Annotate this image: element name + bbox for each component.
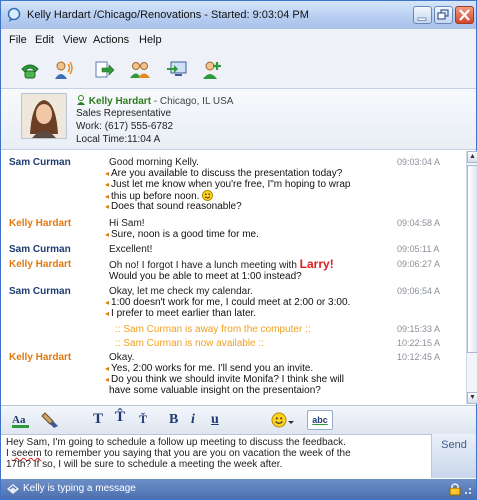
message-time: 09:06:27 A [397, 259, 441, 269]
message-line: ◂ I prefer to meet earlier than later. [105, 308, 257, 319]
italic-icon[interactable]: i [191, 412, 195, 432]
message-text: Oh no! I forgot I have a lunch meeting w… [109, 260, 300, 271]
menu-bar: File Edit View Actions Help [1, 29, 476, 51]
message-text: Good morning Kelly. [109, 157, 199, 168]
contact-title: Sales Representative [76, 108, 172, 119]
add-contact-icon[interactable] [201, 59, 223, 81]
message-line: ◂ Just let me know when you're free, I"m … [105, 179, 351, 190]
message-time: 09:04:58 A [397, 218, 441, 228]
scroll-up-button[interactable]: ▲ [467, 151, 477, 163]
message-line: ◂ Sure, noon is a good time for me. [105, 229, 259, 240]
smiley-emoticon-icon [202, 190, 214, 201]
emoticon-icon[interactable] [271, 411, 295, 431]
sender-name: Sam Curman [9, 286, 71, 297]
online-status-icon [77, 95, 85, 105]
contact-work-phone: Work: (617) 555-6782 [76, 121, 174, 132]
screen-share-icon[interactable] [166, 59, 188, 81]
message-line: ◂ Do you think we should invite Monifa? I… [105, 374, 344, 385]
sender-name: Kelly Hardart [9, 259, 72, 270]
message-line: Would you be able to meet at 1:00 instea… [109, 271, 302, 282]
phone-icon[interactable] [19, 59, 41, 81]
scroll-thumb[interactable] [467, 165, 477, 353]
svg-text:Aa: Aa [12, 414, 26, 426]
message-line: ◂ Does that sound reasonable? [105, 201, 242, 212]
sender-name: Sam Curman [9, 244, 71, 255]
message-text: Hi Sam! [109, 218, 145, 229]
message-time: 09:05:11 A [397, 244, 440, 254]
message-time: 09:06:54 A [397, 286, 441, 296]
message-line: have some valuable insight on the presen… [109, 385, 321, 396]
font-color-icon[interactable]: Aa [11, 411, 31, 431]
misspelled-word: seeem [11, 448, 42, 459]
chat-window: Kelly Hardart /Chicago/Renovations - Sta… [0, 0, 477, 500]
avatar [21, 93, 67, 139]
menu-view[interactable]: View [63, 34, 87, 46]
minimize-button[interactable] [413, 6, 432, 24]
highlighted-name: Larry! [299, 257, 334, 271]
scroll-down-icon: ▼ [469, 394, 476, 401]
message-row: Kelly Hardart Oh no! I forgot I have a l… [1, 257, 465, 271]
message-time: 09:03:04 A [397, 157, 441, 167]
text-normal-icon[interactable]: T [93, 411, 103, 431]
sender-name: Sam Curman [9, 157, 71, 168]
menu-file[interactable]: File [9, 34, 27, 46]
message-line: ◂ Are you available to discuss the presen… [105, 168, 343, 179]
message-text: Excellent! [109, 244, 153, 255]
text-smaller-icon[interactable]: Ť [139, 412, 147, 432]
system-text: :: Sam Curman is now available :: [115, 338, 264, 349]
text-larger-icon[interactable]: T̂ [115, 409, 125, 429]
contact-name[interactable]: Kelly Hardart [89, 96, 151, 107]
send-file-icon[interactable] [93, 59, 115, 81]
chat-scrollbar[interactable]: ▲ ▼ [466, 151, 477, 404]
group-icon[interactable] [129, 59, 151, 81]
message-input[interactable]: Hey Sam, I'm going to schedule a follow … [1, 434, 429, 478]
contact-card: Kelly Hardart - Chicago, IL USA Sales Re… [1, 89, 476, 150]
close-button[interactable] [455, 6, 474, 24]
status-bar: Kelly is typing a message [1, 479, 476, 499]
window-title: Kelly Hardart /Chicago/Renovations - Sta… [27, 9, 309, 21]
typing-status: Kelly is typing a message [23, 483, 136, 494]
message-text: Okay, let me check my calendar. [109, 286, 253, 297]
action-toolbar [1, 51, 476, 89]
resize-grip-icon[interactable] [464, 485, 474, 495]
contact-local-time: Local Time:11:04 A [76, 134, 161, 145]
scroll-down-button[interactable]: ▼ [467, 392, 477, 404]
lock-icon [449, 483, 461, 496]
message-time: 10:12:45 A [397, 352, 441, 362]
chat-app-icon [7, 7, 21, 22]
contact-location: - Chicago, IL USA [151, 96, 234, 107]
sender-name: Kelly Hardart [9, 352, 72, 363]
minimize-icon [417, 17, 427, 21]
message-line: ◂ 1:00 doesn't work for me, I could meet … [105, 297, 351, 308]
menu-help[interactable]: Help [139, 34, 162, 46]
format-toolbar: Aa T T̂ Ť B i u abc [1, 405, 476, 435]
message-row: Sam Curman Excellent! 09:05:11 A [1, 244, 465, 256]
sender-name: Kelly Hardart [9, 218, 72, 229]
underline-icon[interactable]: u [211, 412, 219, 432]
voice-icon[interactable] [53, 59, 75, 81]
bold-icon[interactable]: B [169, 412, 178, 432]
menu-edit[interactable]: Edit [35, 34, 54, 46]
restore-icon [437, 9, 449, 20]
message-line: ◂ Yes, 2:00 works for me. I'll send you a… [105, 363, 314, 374]
spellcheck-icon[interactable]: abc [307, 410, 333, 430]
typing-indicator-icon [7, 484, 19, 494]
message-time: 09:15:33 A [397, 324, 441, 334]
send-button[interactable]: Send [431, 434, 476, 478]
highlight-icon[interactable] [41, 410, 63, 430]
message-text: Okay. [109, 352, 135, 363]
maximize-button[interactable] [434, 6, 453, 24]
close-icon [459, 9, 470, 21]
system-message: :: Sam Curman is away from the computer … [1, 324, 465, 336]
scroll-up-icon: ▲ [469, 153, 476, 160]
title-bar[interactable]: Kelly Hardart /Chicago/Renovations - Sta… [1, 1, 476, 30]
chat-history[interactable]: Sam Curman Good morning Kelly. 09:03:04 … [1, 151, 465, 404]
message-time: 10:22:15 A [397, 338, 441, 348]
system-text: :: Sam Curman is away from the computer … [115, 324, 311, 335]
system-message: :: Sam Curman is now available :: 10:22:… [1, 338, 465, 350]
menu-actions[interactable]: Actions [93, 34, 129, 46]
